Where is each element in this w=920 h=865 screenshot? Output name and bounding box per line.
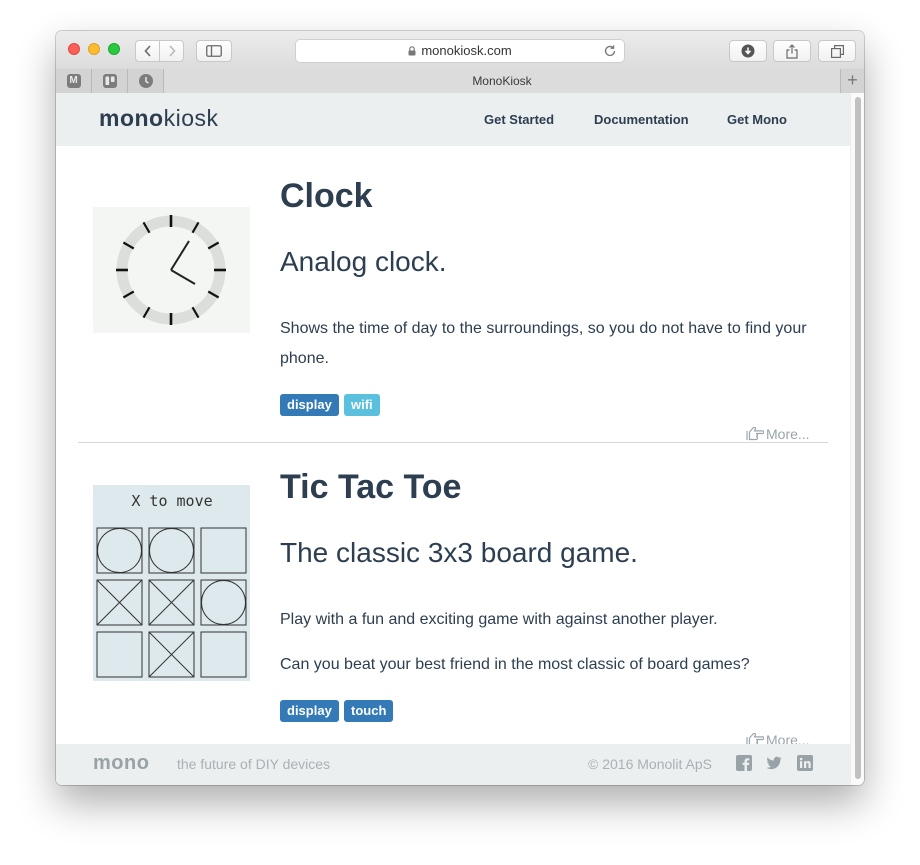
zoom-window-button[interactable] [108,43,120,55]
logo-kiosk: kiosk [163,105,219,131]
app-description: Shows the time of day to the surrounding… [280,320,807,367]
app-title: Tic Tac Toe [280,468,462,506]
trello-icon [102,74,117,88]
share-icon [786,43,798,59]
download-icon [741,44,755,58]
footer-logo[interactable]: mono [93,752,149,775]
downloads-button[interactable] [729,40,767,62]
nav-get-mono[interactable]: Get Mono [727,112,787,127]
tag-wifi[interactable]: wifi [344,394,380,416]
reload-icon[interactable] [603,44,617,58]
tictactoe-screenshot[interactable]: X to move [93,485,250,681]
app-description-line: Can you beat your best friend in the mos… [280,656,750,673]
pointing-hand-icon [746,426,765,441]
app-subtitle: Analog clock. [280,246,447,277]
app-subtitle: The classic 3x3 board game. [280,537,638,568]
chevron-left-icon [143,45,151,57]
tabs-icon [830,44,844,58]
active-tab[interactable]: MonoKiosk [164,69,840,93]
nav-documentation[interactable]: Documentation [594,112,689,127]
site-logo[interactable]: monokiosk [99,105,219,132]
tag-display[interactable]: display [280,700,339,722]
chevron-right-icon [168,45,176,57]
pinned-tab-trello[interactable] [92,69,128,93]
share-button[interactable] [773,40,811,62]
minimize-window-button[interactable] [88,43,100,55]
footer-copyright: © 2016 Monolit ApS [588,756,712,772]
new-tab-button[interactable]: + [840,69,864,93]
pinned-tab-clock[interactable] [128,69,164,93]
url-text: monokiosk.com [421,43,512,58]
title-bar: monokiosk.com [56,31,864,70]
logo-mono: mono [99,105,164,131]
tag-touch[interactable]: touch [344,700,394,722]
history-navigation [135,40,185,62]
back-button[interactable] [135,40,160,62]
clock-favicon-icon [138,74,153,88]
pinned-tab-monogram[interactable]: M [56,69,92,93]
sidebar-icon [206,45,222,57]
close-window-button[interactable] [68,43,80,55]
facebook-icon[interactable] [736,755,752,771]
site-header: monokiosk Get Started Documentation Get … [56,93,850,146]
sidebar-toggle-button[interactable] [196,40,232,62]
tab-bar: M MonoKiosk + [56,69,864,94]
forward-button[interactable] [159,40,184,62]
tab-overview-button[interactable] [818,40,856,62]
scrollbar-thumb[interactable] [855,97,861,779]
address-bar[interactable]: monokiosk.com [295,39,625,63]
page-scrollbar[interactable] [850,93,864,785]
nav-get-started[interactable]: Get Started [484,112,554,127]
more-link[interactable]: More... [746,426,810,442]
lock-icon [408,46,416,56]
linkedin-icon[interactable] [797,755,813,771]
clock-screenshot[interactable] [93,207,250,333]
card-divider [78,442,828,443]
footer-tagline: the future of DIY devices [177,756,331,772]
tag-display[interactable]: display [280,394,339,416]
svg-text:X to move: X to move [131,492,212,510]
more-link-text: More... [766,426,810,442]
twitter-icon[interactable] [766,755,782,771]
browser-window: monokiosk.com M MonoKiosk + monokiosk Ge… [56,31,864,785]
site-footer: mono the future of DIY devices © 2016 Mo… [56,744,850,785]
web-page: monokiosk Get Started Documentation Get … [56,93,864,785]
monogram-m-icon: M [66,74,81,88]
app-title: Clock [280,177,373,215]
app-description-line: Play with a fun and exciting game with a… [280,611,718,628]
